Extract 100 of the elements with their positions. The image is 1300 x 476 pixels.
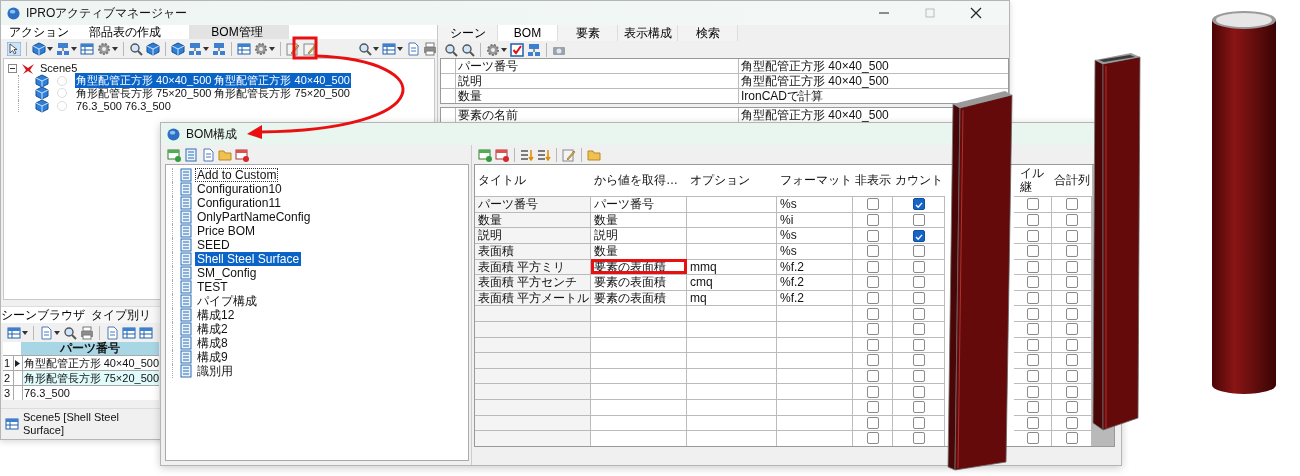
list-icon[interactable] — [179, 196, 193, 210]
list-item[interactable]: Configuration10 — [195, 182, 284, 196]
checkbox[interactable] — [1026, 432, 1039, 445]
table-cell[interactable] — [687, 383, 777, 399]
table-cell[interactable] — [853, 398, 893, 415]
tab[interactable]: BOM — [498, 25, 558, 41]
table-cell[interactable] — [777, 414, 853, 431]
table-cell[interactable] — [777, 305, 853, 321]
search-icon[interactable] — [461, 42, 475, 57]
printer-icon[interactable] — [80, 325, 94, 340]
table-cell[interactable] — [475, 383, 591, 399]
table-cell[interactable] — [1052, 336, 1092, 353]
search-icon[interactable] — [129, 41, 143, 56]
column-header[interactable]: タイトル — [475, 165, 591, 197]
pointer-icon[interactable] — [7, 41, 21, 56]
table-cell[interactable]: 数量 — [591, 211, 687, 228]
table-cell[interactable]: %s — [777, 196, 853, 212]
checkbox[interactable] — [866, 198, 879, 211]
table-icon[interactable] — [122, 325, 136, 340]
table-cell[interactable] — [1052, 414, 1092, 431]
checkbox[interactable] — [866, 401, 879, 414]
table-cell[interactable] — [591, 398, 687, 415]
checkbox[interactable] — [912, 323, 925, 336]
table-cell[interactable] — [853, 367, 893, 384]
table-cell[interactable] — [1052, 305, 1092, 321]
caret-icon[interactable] — [501, 47, 507, 52]
sort-icon[interactable] — [520, 147, 534, 162]
checkbox[interactable] — [1026, 260, 1039, 273]
checkbox[interactable] — [1065, 401, 1078, 414]
column-header[interactable]: 合計列 — [1052, 165, 1092, 197]
list-icon[interactable] — [179, 322, 193, 336]
checkbox[interactable] — [1026, 385, 1039, 398]
list-item[interactable]: 識別用 — [195, 364, 235, 378]
checkbox[interactable] — [1026, 276, 1039, 289]
table-cell[interactable] — [1014, 289, 1052, 306]
column-header[interactable]: フォーマット — [777, 165, 853, 197]
list-item[interactable]: SEED — [195, 238, 232, 252]
table-cell[interactable] — [1052, 367, 1092, 384]
checkbox[interactable] — [1065, 229, 1078, 242]
table-cell[interactable] — [1052, 289, 1092, 306]
checkbox[interactable] — [866, 432, 879, 445]
printer-icon[interactable] — [423, 41, 437, 56]
table-cell[interactable] — [777, 336, 853, 353]
table-cell[interactable]: 表面積 平方センチ — [475, 274, 591, 290]
table-cell[interactable] — [893, 336, 945, 353]
caret-icon[interactable] — [112, 46, 118, 51]
table-cell[interactable] — [1052, 398, 1092, 415]
table-cell[interactable] — [687, 242, 777, 259]
checkbox[interactable] — [912, 198, 925, 211]
table-cell[interactable]: %f.2 — [777, 274, 853, 290]
checkbox[interactable] — [1026, 416, 1039, 429]
menu-tab[interactable]: 部品表の作成 — [81, 25, 173, 39]
table-cell[interactable] — [777, 352, 853, 368]
table-cell[interactable] — [1052, 258, 1092, 275]
tree-item[interactable]: 76.3_500 76.3_500 — [75, 99, 172, 112]
pencil-icon[interactable] — [303, 41, 317, 56]
table-cell[interactable]: パーツ番号 — [475, 196, 591, 212]
table-cell[interactable] — [1052, 352, 1092, 368]
table-cell[interactable] — [853, 227, 893, 243]
table-cell[interactable] — [893, 398, 945, 415]
table-cell[interactable] — [1014, 211, 1052, 228]
table-cell[interactable] — [591, 414, 687, 431]
search-icon[interactable] — [358, 41, 372, 56]
panel-tab[interactable]: シーンブラウザ — [1, 307, 85, 323]
cube-icon[interactable] — [171, 41, 185, 56]
checkbox[interactable] — [866, 385, 879, 398]
table-cell[interactable] — [853, 336, 893, 353]
list-icon[interactable] — [179, 224, 193, 238]
gear-icon[interactable] — [254, 41, 268, 56]
table-cell[interactable]: 説明 — [475, 227, 591, 243]
table-cell[interactable]: %f.2 — [777, 258, 853, 275]
table-cell[interactable] — [1014, 398, 1052, 415]
table-cell[interactable] — [893, 352, 945, 368]
column-header[interactable]: 非表示 — [853, 165, 893, 197]
checkbox[interactable] — [1065, 385, 1078, 398]
list-item[interactable]: SM_Config — [195, 266, 259, 280]
checkbox[interactable] — [1026, 214, 1039, 227]
table-cell[interactable] — [591, 336, 687, 353]
checkbox[interactable] — [866, 416, 879, 429]
list-icon[interactable] — [184, 147, 198, 162]
table-cell[interactable] — [853, 352, 893, 368]
caret-icon[interactable] — [397, 46, 403, 51]
table-cell[interactable] — [687, 352, 777, 368]
table-cell[interactable] — [893, 305, 945, 321]
table-cell[interactable] — [1014, 258, 1052, 275]
list-item[interactable]: Price BOM — [195, 224, 257, 238]
gear-icon[interactable] — [97, 41, 111, 56]
folder-icon[interactable] — [587, 147, 601, 162]
cube-icon[interactable] — [35, 98, 49, 113]
caret-icon[interactable] — [269, 46, 275, 51]
delete-row-icon[interactable] — [235, 147, 249, 162]
sort-icon[interactable] — [537, 147, 551, 162]
list-item[interactable]: パイプ構成 — [195, 294, 259, 308]
table-cell[interactable] — [1014, 352, 1052, 368]
list-icon[interactable] — [179, 182, 193, 196]
table-cell[interactable] — [1052, 227, 1092, 243]
checkbox[interactable] — [1026, 229, 1039, 242]
table-cell[interactable] — [893, 211, 945, 228]
column-header[interactable]: から値を取得… — [591, 165, 687, 197]
list-icon[interactable] — [179, 308, 193, 322]
